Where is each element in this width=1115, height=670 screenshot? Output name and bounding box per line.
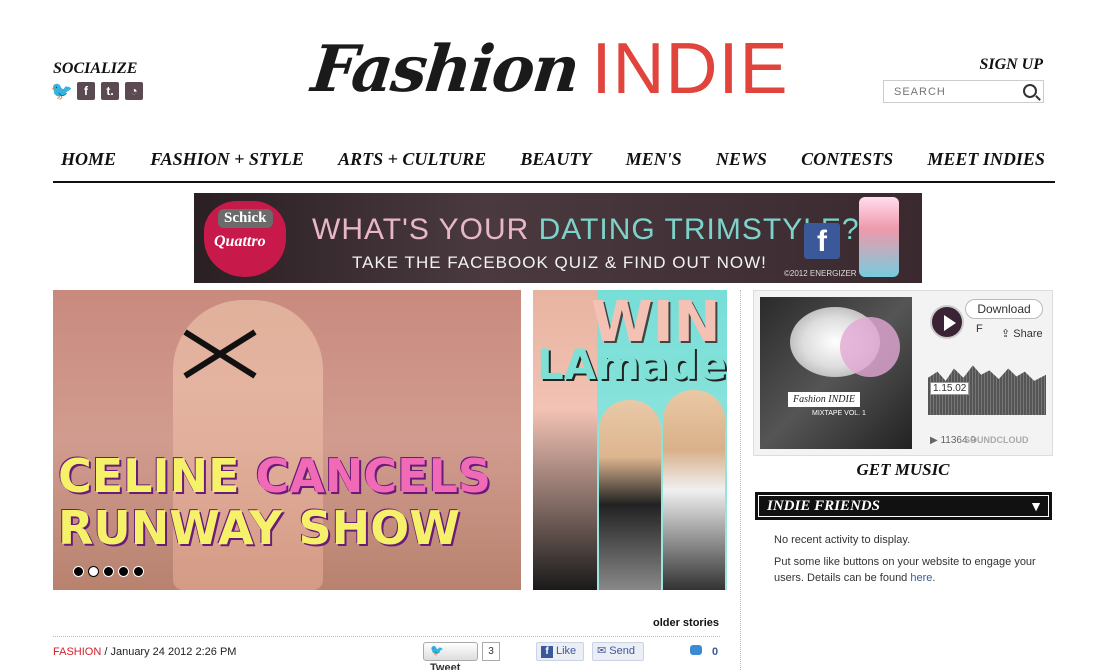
banner-subline: TAKE THE FACEBOOK QUIZ & FIND OUT NOW! (352, 253, 767, 272)
divider (53, 636, 720, 637)
nav-contests[interactable]: CONTESTS (801, 149, 893, 170)
slider-dots (73, 566, 144, 577)
help-text: Put some like buttons on your website to… (774, 556, 1036, 584)
facebook-icon[interactable]: f (77, 82, 95, 100)
model-image (533, 290, 597, 590)
older-stories-link[interactable]: older stories (600, 617, 719, 629)
logo-indie: INDIE (591, 29, 789, 109)
main-nav: HOME FASHION + STYLE ARTS + CULTURE BEAU… (53, 145, 1055, 183)
twitter-icon: 🐦 (430, 645, 444, 657)
nav-fashion-style[interactable]: FASHION + STYLE (150, 149, 304, 170)
slider-dot[interactable] (133, 566, 144, 577)
get-music-link[interactable]: GET MUSIC (753, 460, 1053, 480)
track-title[interactable]: F (976, 323, 983, 335)
feature-title: CELINE CANCELS RUNWAY SHOW (58, 450, 491, 554)
model-image (663, 390, 725, 590)
album-subtitle: MIXTAPE VOL. 1 (812, 410, 866, 417)
signup-link[interactable]: SIGN UP (979, 56, 1043, 74)
post-meta: FASHION / January 24 2012 2:26 PM (53, 646, 236, 658)
banner-copyright: ©2012 ENERGIZER (784, 269, 857, 278)
indie-friends-body: No recent activity to display. Put some … (774, 532, 1044, 592)
comment-count: 0 (712, 646, 719, 658)
tumblr-icon[interactable]: t. (101, 82, 119, 100)
slider-dot[interactable] (103, 566, 114, 577)
rss-icon[interactable]: ◔ (125, 82, 143, 100)
dropdown-arrow-icon[interactable]: ▼ (1029, 498, 1043, 514)
feature-title-a: CELINE (58, 449, 256, 503)
like-button[interactable]: f Like (536, 642, 584, 661)
lamade-promo[interactable]: WIN! LAmade (533, 290, 727, 590)
banner-headline-prefix: WHAT'S YOUR (312, 213, 539, 246)
post-date: / January 24 2012 2:26 PM (101, 646, 237, 658)
share-label: Share (1013, 328, 1043, 340)
twitter-icon[interactable]: 🐦 (51, 81, 73, 101)
feature-title-line2: RUNWAY SHOW (58, 501, 460, 555)
search-icon[interactable] (1023, 84, 1037, 98)
socialize-label: SOCIALIZE (53, 60, 138, 77)
quattro-product: Quattro (214, 233, 266, 250)
send-icon: ✉ (597, 645, 610, 657)
comment-icon (690, 645, 702, 655)
soundcloud-logo[interactable]: SOUNDCLOUD (964, 435, 1029, 445)
slider-dot[interactable] (118, 566, 129, 577)
album-title: Fashion INDIE (788, 392, 860, 407)
tweet-button[interactable]: 🐦 Tweet (423, 642, 478, 670)
tweet-label: Tweet (430, 662, 461, 670)
comment-count-link[interactable]: 0 (690, 645, 718, 658)
track-time: 1.15.02 (930, 382, 970, 395)
album-art: Fashion INDIE MIXTAPE VOL. 1 (760, 297, 912, 449)
slider-dot-active[interactable] (88, 566, 99, 577)
search-box (883, 80, 1044, 103)
slider-dot[interactable] (73, 566, 84, 577)
promo-brand: LAmade (537, 340, 727, 389)
indie-friends-header[interactable]: INDIE FRIENDS ▼ (755, 492, 1052, 520)
page: SOCIALIZE 🐦 f t. ◔ Fashion INDIE SIGN UP… (0, 0, 1115, 670)
socialize-block: SOCIALIZE 🐦 f t. ◔ (51, 60, 143, 101)
no-activity-text: No recent activity to display. (774, 534, 911, 546)
share-button[interactable]: ⇪ Share (1001, 327, 1043, 340)
nav-mens[interactable]: MEN'S (626, 149, 682, 170)
search-input[interactable] (894, 85, 1014, 98)
facebook-icon: f (804, 223, 840, 259)
site-logo[interactable]: Fashion INDIE (308, 14, 789, 124)
nav-arts-culture[interactable]: ARTS + CULTURE (338, 149, 486, 170)
banner-ad[interactable]: Schick Quattro WHAT'S YOUR DATING TRIMST… (194, 193, 922, 283)
nav-beauty[interactable]: BEAUTY (520, 149, 591, 170)
model-image (599, 400, 661, 590)
help-link[interactable]: here (910, 572, 932, 584)
feature-slider[interactable]: CELINE CANCELS RUNWAY SHOW (53, 290, 521, 590)
nav-news[interactable]: NEWS (716, 149, 767, 170)
social-icons: 🐦 f t. ◔ (51, 81, 143, 101)
play-button[interactable] (930, 305, 964, 339)
download-button[interactable]: Download (965, 299, 1043, 319)
razor-image (859, 197, 899, 277)
x-mark-icon (183, 329, 257, 379)
soundcloud-player: Fashion INDIE MIXTAPE VOL. 1 Download F … (753, 290, 1053, 456)
album-accent (840, 317, 900, 377)
column-divider (740, 290, 741, 670)
send-label: Send (609, 645, 635, 657)
indie-friends-title: INDIE FRIENDS (758, 495, 1049, 517)
send-button[interactable]: ✉ Send (592, 642, 644, 661)
post-category[interactable]: FASHION (53, 646, 101, 658)
feature-title-b: CANCELS (255, 449, 492, 503)
nav-home[interactable]: HOME (61, 149, 116, 170)
banner-headline: WHAT'S YOUR DATING TRIMSTYLE? (312, 213, 860, 247)
like-label: Like (556, 645, 577, 657)
tweet-count: 3 (482, 642, 500, 661)
nav-meet-indies[interactable]: MEET INDIES (927, 149, 1045, 170)
logo-script: Fashion (308, 31, 582, 107)
help-text-body: Put some like buttons on your website to… (774, 556, 1036, 584)
facebook-icon: f (541, 646, 553, 658)
schick-brand: Schick (218, 209, 273, 228)
